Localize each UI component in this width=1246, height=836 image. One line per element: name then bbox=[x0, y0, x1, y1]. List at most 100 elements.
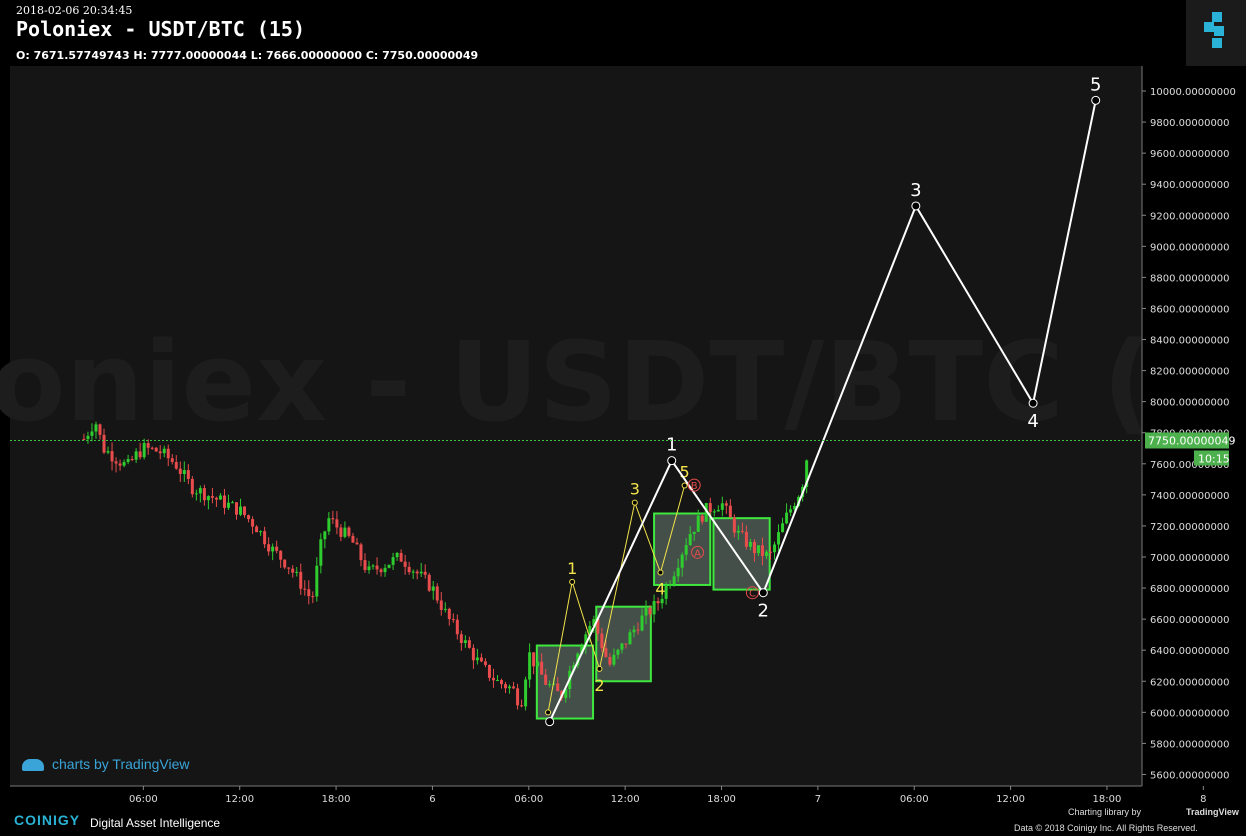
candle-body bbox=[632, 629, 636, 633]
candle-body bbox=[351, 535, 355, 543]
candle-body bbox=[732, 517, 736, 533]
candle-body bbox=[744, 531, 748, 547]
candle-body bbox=[82, 438, 86, 440]
projection-point bbox=[1091, 95, 1101, 105]
candle-body bbox=[331, 518, 335, 520]
coinigy-logo-icon[interactable] bbox=[1186, 0, 1246, 66]
x-tick-label: 18:00 bbox=[1093, 794, 1122, 805]
candle-body bbox=[158, 451, 162, 454]
y-tick-label: 6800.00000000 bbox=[1150, 584, 1230, 595]
y-tick-label: 5800.00000000 bbox=[1150, 739, 1230, 750]
candle-body bbox=[435, 586, 439, 601]
candle-body bbox=[194, 493, 198, 495]
candle-body bbox=[347, 527, 351, 536]
symbol-watermark: Poloniex - USDT/BTC (15) bbox=[0, 318, 1246, 446]
candle-body bbox=[652, 601, 656, 615]
corrective-marker-label: C bbox=[749, 589, 756, 600]
candle-body bbox=[399, 552, 403, 562]
candle-body bbox=[138, 451, 142, 458]
candle-body bbox=[411, 571, 415, 573]
candle-body bbox=[789, 509, 793, 513]
candle-body bbox=[391, 557, 395, 565]
candle-body bbox=[375, 565, 379, 570]
candle-body bbox=[700, 515, 704, 522]
candle-body bbox=[752, 541, 756, 554]
y-tick-label: 7400.00000000 bbox=[1150, 491, 1230, 502]
candle-body bbox=[367, 566, 371, 571]
candle-body bbox=[323, 531, 327, 540]
candle-body bbox=[122, 462, 126, 466]
y-tick-label: 6600.00000000 bbox=[1150, 615, 1230, 626]
y-tick-label: 6400.00000000 bbox=[1150, 646, 1230, 657]
candle-body bbox=[114, 461, 118, 464]
candle-body bbox=[383, 567, 387, 573]
x-tick-label: 6 bbox=[429, 794, 435, 805]
tradingview-cloud-icon bbox=[22, 759, 44, 772]
candle-body bbox=[459, 634, 463, 644]
last-price-value: 7750.00000049 bbox=[1148, 434, 1235, 447]
x-tick-label: 12:00 bbox=[611, 794, 640, 805]
y-tick-label: 9600.00000000 bbox=[1150, 149, 1230, 160]
candle-body bbox=[235, 502, 239, 515]
candle-body bbox=[267, 544, 271, 552]
projection-label: 5 bbox=[1090, 74, 1101, 95]
y-tick-label: 6200.00000000 bbox=[1150, 677, 1230, 688]
candle-body bbox=[724, 503, 728, 506]
candle-body bbox=[463, 640, 467, 644]
candle-body bbox=[303, 588, 307, 590]
tradingview-watermark[interactable]: charts by TradingView bbox=[22, 756, 189, 772]
candle-body bbox=[773, 544, 777, 553]
chart-canvas[interactable]: Poloniex - USDT/BTC (15) 12345 12345 BAC… bbox=[0, 0, 1246, 836]
x-axis[interactable] bbox=[0, 786, 1142, 806]
candle-body bbox=[688, 533, 692, 546]
candle-body bbox=[676, 567, 680, 577]
candle-body bbox=[295, 571, 299, 573]
candle-body bbox=[455, 619, 459, 635]
candle-body bbox=[162, 448, 166, 454]
candle-body bbox=[150, 447, 154, 449]
chart-title: Poloniex - USDT/BTC (15) bbox=[16, 17, 305, 41]
candle-body bbox=[271, 546, 275, 552]
footer-copyright: Data © 2018 Coinigy Inc. All Rights Rese… bbox=[1014, 823, 1198, 833]
candle-body bbox=[624, 643, 628, 645]
sub-wave-point bbox=[545, 709, 552, 716]
candle-body bbox=[487, 664, 491, 678]
sub-wave-point bbox=[569, 578, 576, 585]
candle-body bbox=[255, 526, 259, 533]
candle-body bbox=[544, 674, 548, 685]
candle-body bbox=[696, 515, 700, 532]
candle-body bbox=[178, 468, 182, 474]
candle-body bbox=[387, 564, 391, 568]
candle-body bbox=[259, 531, 263, 533]
candle-body bbox=[226, 502, 230, 508]
candle-body bbox=[716, 509, 720, 512]
candle-body bbox=[668, 584, 672, 586]
sub-wave-point bbox=[596, 665, 603, 672]
candle-body bbox=[355, 542, 359, 545]
candle-body bbox=[443, 608, 447, 610]
x-tick-label: 18:00 bbox=[707, 794, 736, 805]
candle-body bbox=[600, 633, 604, 649]
candle-body bbox=[680, 554, 684, 568]
candle-body bbox=[491, 677, 495, 681]
countdown-value: 10:15 bbox=[1198, 452, 1230, 465]
candle-body bbox=[608, 656, 612, 665]
candle-body bbox=[170, 458, 174, 462]
candle-body bbox=[415, 571, 419, 574]
candle-body bbox=[479, 657, 483, 662]
candle-body bbox=[247, 515, 251, 520]
candle-body bbox=[182, 470, 186, 474]
ohlc-readout: O: 7671.57749743 H: 7777.00000044 L: 766… bbox=[16, 49, 479, 62]
candle-body bbox=[327, 518, 331, 532]
candle-body bbox=[708, 503, 712, 512]
sub-wave-point bbox=[631, 499, 638, 506]
footer-brand[interactable]: COINIGY bbox=[14, 812, 80, 828]
projection-label: 4 bbox=[1027, 411, 1038, 432]
footer-tradingview-link[interactable]: TradingView bbox=[1186, 807, 1239, 817]
candle-body bbox=[532, 652, 536, 667]
candle-body bbox=[447, 608, 451, 620]
coinigy-logo-glyph bbox=[1204, 12, 1224, 48]
y-tick-label: 6000.00000000 bbox=[1150, 708, 1230, 719]
candle-body bbox=[186, 470, 190, 479]
candle-body bbox=[499, 680, 503, 685]
